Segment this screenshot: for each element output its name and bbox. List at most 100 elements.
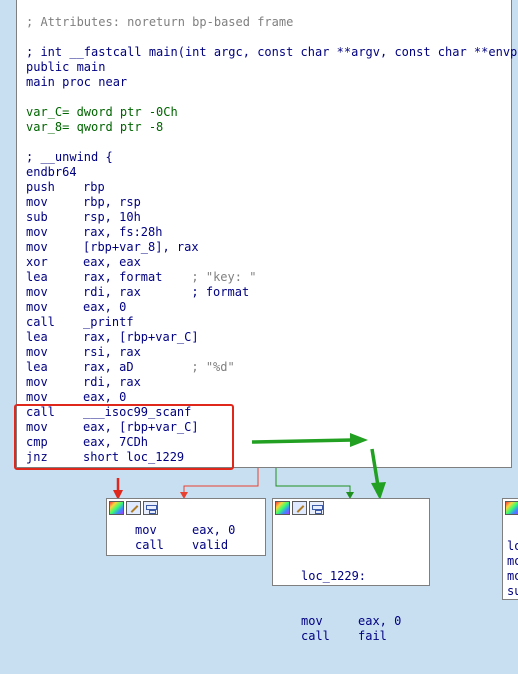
main-code-block[interactable]: ; Attributes: noreturn bp-based frame ; … <box>16 0 518 468</box>
code-line[interactable]: sub rsp, 10h <box>26 210 518 225</box>
node-toolbar <box>273 499 324 519</box>
code-line[interactable]: push rbp <box>26 180 518 195</box>
graph-node-fail[interactable]: loc_1229: mov eax, 0 call fail <box>272 498 430 643</box>
mnemonic: lea <box>26 330 48 344</box>
code-comment: ; Attributes: noreturn bp-based frame <box>26 15 294 29</box>
operands: valid <box>192 538 229 552</box>
code-line[interactable]: call _printf <box>26 315 518 330</box>
edit-icon[interactable] <box>126 501 141 515</box>
code-line[interactable]: xor eax, eax <box>26 255 518 270</box>
operands: rax, fs:28h <box>83 225 163 239</box>
code-line[interactable]: ; __unwind { <box>26 150 518 165</box>
operands: rdi, rax <box>83 285 141 299</box>
code-line[interactable]: mov eax, 0 <box>26 300 518 315</box>
mnemonic: mov <box>26 375 48 389</box>
code-line[interactable]: su <box>507 584 518 599</box>
operands: fail <box>358 629 387 643</box>
node-toolbar <box>107 499 158 519</box>
mnemonic: call <box>135 538 164 552</box>
code-comment: ; "key: " <box>191 270 257 284</box>
operands: eax, 0 <box>192 523 236 537</box>
code-line[interactable]: endbr64 <box>26 165 518 180</box>
mnemonic: lea <box>26 270 48 284</box>
function-prototype: ; int __fastcall main(int argc, const ch… <box>26 45 518 59</box>
stack-var-def: var_C= dword ptr -0Ch <box>26 105 178 119</box>
mnemonic: mov <box>26 345 48 359</box>
code-line[interactable] <box>26 90 518 105</box>
operands: rax, aD <box>83 360 134 374</box>
mnemonic: mov <box>26 240 48 254</box>
code-line[interactable]: mov eax, 0 <box>26 390 518 405</box>
code-line[interactable] <box>26 30 518 45</box>
operands: _printf <box>83 315 134 329</box>
operands: rdi, rax <box>83 375 141 389</box>
mnemonic: sub <box>26 210 48 224</box>
mnemonic: mov <box>301 614 323 628</box>
edge-fallthrough <box>183 468 259 494</box>
mnemonic: mov <box>26 225 48 239</box>
code-line[interactable]: lo <box>507 539 518 554</box>
code-line[interactable]: mov rbp, rsp <box>26 195 518 210</box>
mnemonic: mov <box>26 390 48 404</box>
node-partial-code: lomomosu <box>507 539 518 599</box>
operands: rbp <box>83 180 105 194</box>
code-comment: ; format <box>191 285 250 299</box>
code-line[interactable]: call valid <box>135 538 235 553</box>
code-line[interactable]: public main <box>26 60 518 75</box>
color-icon[interactable] <box>505 501 518 515</box>
mnemonic: xor <box>26 255 48 269</box>
operands: eax, 0 <box>83 300 127 314</box>
highlight-annotation-box <box>14 404 234 470</box>
code-text: main proc near <box>26 75 128 89</box>
code-line[interactable]: mov rsi, rax <box>26 345 518 360</box>
color-icon[interactable] <box>109 501 124 515</box>
code-line[interactable]: call fail <box>301 629 401 644</box>
edge-jump <box>275 468 351 494</box>
stack-var-def: var_8= qword ptr -8 <box>26 120 164 134</box>
code-line[interactable]: mov eax, 0 <box>135 523 235 538</box>
main-code-lines: ; Attributes: noreturn bp-based frame ; … <box>26 15 518 465</box>
operands: eax, 0 <box>358 614 402 628</box>
code-line[interactable]: mov rax, fs:28h <box>26 225 518 240</box>
graph-icon[interactable] <box>309 501 324 515</box>
code-line[interactable] <box>26 135 518 150</box>
code-line[interactable]: var_C= dword ptr -0Ch <box>26 105 518 120</box>
code-line[interactable]: mov rdi, rax <box>26 375 518 390</box>
code-line[interactable]: ; Attributes: noreturn bp-based frame <box>26 15 518 30</box>
operands: eax, eax <box>83 255 141 269</box>
code-line[interactable]: lea rax, [rbp+var_C] <box>26 330 518 345</box>
operands: [rbp+var_8], rax <box>83 240 199 254</box>
node-toolbar <box>503 499 518 519</box>
mnemonic: mov <box>26 195 48 209</box>
code-line[interactable]: main proc near <box>26 75 518 90</box>
code-line[interactable]: lea rax, format ; "key: " <box>26 270 518 285</box>
code-line[interactable]: ; int __fastcall main(int argc, const ch… <box>26 45 518 60</box>
operands: rbp, rsp <box>83 195 141 209</box>
operands: rsp, 10h <box>83 210 141 224</box>
mnemonic: mov <box>135 523 157 537</box>
code-text: endbr64 <box>26 165 77 179</box>
code-line[interactable]: mov eax, 0 <box>301 614 401 629</box>
code-comment: ; "%d" <box>191 360 235 374</box>
operands: rsi, rax <box>83 345 141 359</box>
code-line[interactable]: mov [rbp+var_8], rax <box>26 240 518 255</box>
code-line[interactable]: mo <box>507 569 518 584</box>
mnemonic: call <box>301 629 330 643</box>
code-line[interactable]: lea rax, aD ; "%d" <box>26 360 518 375</box>
graph-node-valid[interactable]: mov eax, 0 call valid <box>106 498 266 556</box>
mnemonic: lea <box>26 360 48 374</box>
graph-icon[interactable] <box>143 501 158 515</box>
code-line[interactable]: mov rdi, rax ; format <box>26 285 518 300</box>
operands: eax, 0 <box>83 390 127 404</box>
graph-node-partial[interactable]: lomomosu <box>502 498 518 600</box>
edit-icon[interactable] <box>292 501 307 515</box>
color-icon[interactable] <box>275 501 290 515</box>
mnemonic: mov <box>26 285 48 299</box>
node-valid-code: mov eax, 0 call valid <box>135 523 235 553</box>
code-text: public main <box>26 60 106 74</box>
node-fail-code: loc_1229: mov eax, 0 call fail <box>301 539 401 674</box>
code-line[interactable]: var_8= qword ptr -8 <box>26 120 518 135</box>
mnemonic: call <box>26 315 55 329</box>
operands: rax, [rbp+var_C] <box>83 330 199 344</box>
code-line[interactable]: mo <box>507 554 518 569</box>
